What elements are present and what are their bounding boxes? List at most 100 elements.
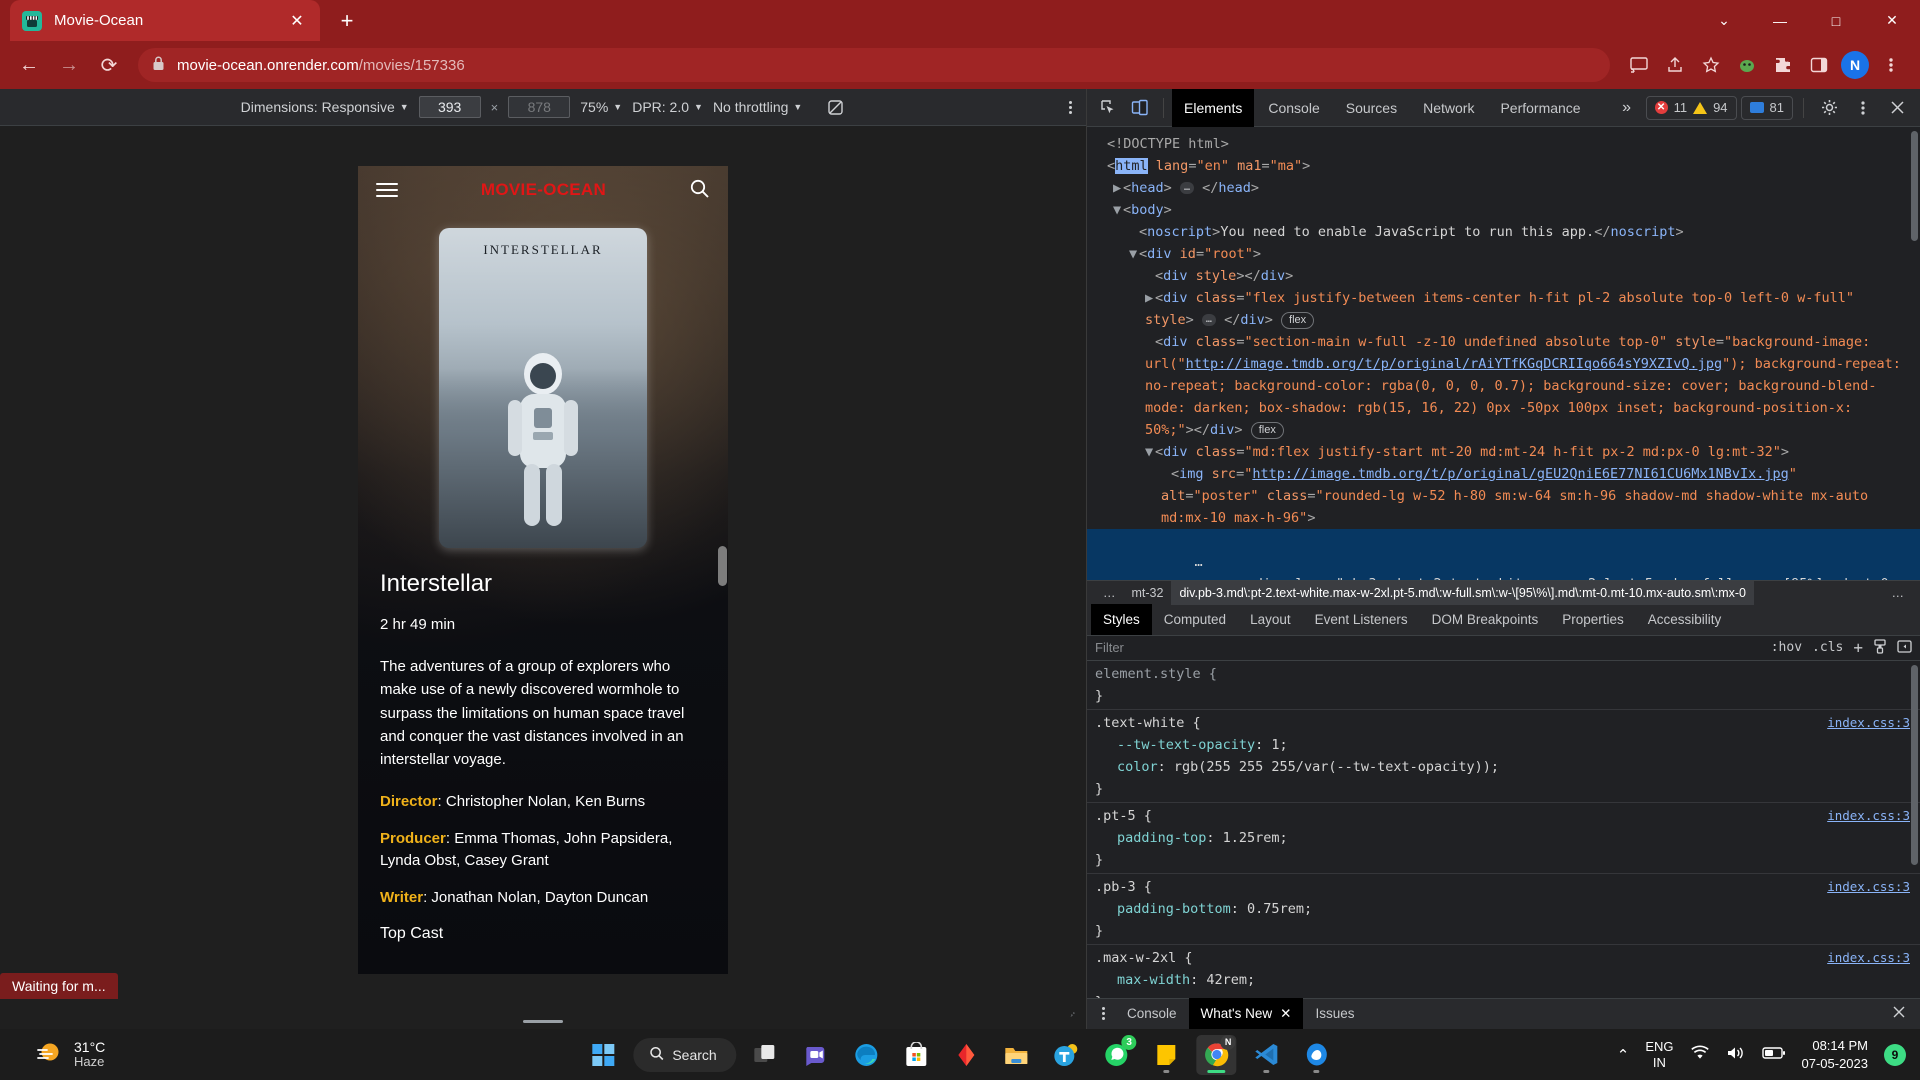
dom-node-line[interactable]: ▼ <div id="root">: [1087, 243, 1920, 265]
style-selector[interactable]: .pt-5 {: [1095, 805, 1920, 827]
vlc-alt-icon[interactable]: [947, 1035, 987, 1075]
devtools-tab-performance[interactable]: Performance: [1488, 89, 1592, 127]
sidebar-tab-computed[interactable]: Computed: [1152, 604, 1238, 635]
bookmark-star-icon[interactable]: [1694, 48, 1728, 82]
cls-toggle[interactable]: .cls: [1812, 640, 1843, 655]
close-icon[interactable]: [1882, 93, 1912, 123]
close-window-button[interactable]: ✕: [1864, 0, 1920, 41]
page-scrollbar[interactable]: [716, 166, 728, 974]
breadcrumb-item-1[interactable]: div.pb-3.md\:pt-2.text-white.max-w-2xl.p…: [1171, 580, 1755, 605]
dom-node-line[interactable]: ▼ <body>: [1087, 199, 1920, 221]
style-declaration[interactable]: padding-top: 1.25rem;: [1095, 827, 1920, 849]
dom-node-line[interactable]: ▶ <head> … </head>: [1087, 177, 1920, 199]
kebab-menu-icon[interactable]: [1069, 100, 1072, 114]
style-source-link[interactable]: index.css:3: [1827, 805, 1910, 827]
movie-poster[interactable]: INTERSTELLAR: [439, 228, 647, 548]
side-panel-icon[interactable]: [1802, 48, 1836, 82]
windows-start-icon[interactable]: [583, 1035, 623, 1075]
inspect-element-icon[interactable]: [1093, 93, 1123, 123]
reload-icon[interactable]: ⟳: [92, 48, 126, 82]
wifi-icon[interactable]: [1690, 1045, 1710, 1064]
forward-icon[interactable]: →: [52, 48, 86, 82]
style-selector[interactable]: .text-white {: [1095, 712, 1920, 734]
dom-node-line[interactable]: <!DOCTYPE html>: [1087, 133, 1920, 155]
clock[interactable]: 08:14 PM 07-05-2023: [1802, 1037, 1869, 1072]
style-rule[interactable]: index.css:3 .text-white {--tw-text-opacit…: [1087, 710, 1920, 803]
dom-node-line[interactable]: <img src="http://image.tmdb.org/t/p/orig…: [1087, 463, 1920, 529]
browser-tab[interactable]: Movie-Ocean ✕: [10, 0, 320, 41]
notification-badge[interactable]: 9: [1884, 1043, 1906, 1066]
devtools-tab-console[interactable]: Console: [1256, 89, 1331, 127]
width-input[interactable]: 393: [418, 96, 481, 118]
task-view-icon[interactable]: [747, 1035, 787, 1075]
drawer-tab-console[interactable]: Console: [1115, 998, 1189, 1029]
search-icon[interactable]: [689, 178, 710, 202]
zoom-select[interactable]: 75% ▼: [580, 99, 622, 115]
breadcrumb-trailing[interactable]: …: [1884, 581, 1913, 605]
node-overflow-dots[interactable]: …: [1195, 554, 1203, 570]
microsoft-store-icon[interactable]: [897, 1035, 937, 1075]
style-selector[interactable]: element.style {: [1095, 663, 1920, 685]
kebab-menu-icon[interactable]: [1091, 1007, 1115, 1021]
style-declaration[interactable]: --tw-text-opacity: 1;: [1095, 734, 1920, 756]
kebab-menu-icon[interactable]: [1874, 48, 1908, 82]
style-source-link[interactable]: index.css:3: [1827, 947, 1910, 969]
toggle-sidebar-icon[interactable]: [1897, 639, 1912, 657]
dom-node-line[interactable]: <noscript>You need to enable JavaScript …: [1087, 221, 1920, 243]
address-bar[interactable]: movie-ocean.onrender.com/movies/157336: [138, 48, 1610, 82]
sidebar-tab-dom-breakpoints[interactable]: DOM Breakpoints: [1420, 604, 1551, 635]
close-icon[interactable]: ✕: [1280, 1006, 1291, 1022]
devtools-tab-elements[interactable]: Elements: [1172, 88, 1255, 127]
hov-toggle[interactable]: :hov: [1771, 640, 1802, 655]
maximize-button[interactable]: □: [1808, 0, 1864, 41]
dpr-select[interactable]: DPR: 2.0 ▼: [632, 99, 703, 115]
site-brand[interactable]: MOVIE-OCEAN: [481, 180, 606, 200]
new-style-rule-icon[interactable]: [1873, 639, 1887, 657]
breadcrumb-overflow[interactable]: …: [1095, 581, 1124, 605]
viewport-corner-resize-icon[interactable]: ⨾: [1068, 1005, 1081, 1019]
volume-icon[interactable]: [1726, 1045, 1746, 1064]
dom-node-line[interactable]: ▶ <div class="flex justify-between items-…: [1087, 287, 1920, 331]
style-rule[interactable]: index.css:3 .max-w-2xl {max-width: 42rem;…: [1087, 945, 1920, 998]
file-explorer-icon[interactable]: [997, 1035, 1037, 1075]
sidebar-tab-layout[interactable]: Layout: [1238, 604, 1303, 635]
close-drawer-icon[interactable]: [1892, 1005, 1916, 1022]
style-declaration[interactable]: padding-bottom: 0.75rem;: [1095, 898, 1920, 920]
scrollbar-thumb[interactable]: [718, 546, 727, 586]
issues-counts[interactable]: ✕ 11 94: [1645, 95, 1737, 120]
back-icon[interactable]: ←: [12, 48, 46, 82]
drawer-tab-issues[interactable]: Issues: [1303, 998, 1366, 1029]
devtools-tab-sources[interactable]: Sources: [1334, 89, 1409, 127]
dom-tree[interactable]: <!DOCTYPE html> <html lang="en" ma1="ma">…: [1087, 127, 1920, 580]
device-toolbar-icon[interactable]: [1125, 93, 1155, 123]
height-input[interactable]: 878: [508, 96, 571, 118]
puzzle-icon[interactable]: [1766, 48, 1800, 82]
throttling-select[interactable]: No throttling ▼: [713, 99, 802, 115]
teams-icon[interactable]: [1047, 1035, 1087, 1075]
new-style-rule-button[interactable]: +: [1853, 638, 1863, 657]
zoom-icon[interactable]: [797, 1035, 837, 1075]
whatsapp-icon[interactable]: 3: [1097, 1034, 1137, 1075]
hamburger-menu-icon[interactable]: [376, 183, 398, 197]
kebab-menu-icon[interactable]: [1848, 93, 1878, 123]
taskbar-search[interactable]: Search: [633, 1037, 737, 1072]
style-declaration[interactable]: max-width: 42rem;: [1095, 969, 1920, 991]
sidebar-tab-event-listeners[interactable]: Event Listeners: [1303, 604, 1420, 635]
dom-node-line[interactable]: <html lang="en" ma1="ma">: [1087, 155, 1920, 177]
style-rule[interactable]: element.style {}: [1087, 661, 1920, 710]
share-icon[interactable]: [1658, 48, 1692, 82]
styles-filter-input[interactable]: Filter: [1095, 640, 1761, 655]
rotate-device-icon[interactable]: [826, 98, 845, 117]
breadcrumb-item-0[interactable]: mt-32: [1124, 581, 1172, 605]
app-icon[interactable]: [1297, 1035, 1337, 1075]
dom-node-line[interactable]: <div class="section-main w-full -z-10 un…: [1087, 331, 1920, 441]
styles-scrollbar[interactable]: [1911, 664, 1918, 994]
cast-icon[interactable]: [1622, 48, 1656, 82]
sticky-notes-icon[interactable]: [1147, 1035, 1187, 1075]
gear-icon[interactable]: [1814, 93, 1844, 123]
style-source-link[interactable]: index.css:3: [1827, 876, 1910, 898]
messages-count-box[interactable]: 81: [1740, 95, 1793, 120]
dom-tree-scrollbar[interactable]: [1911, 131, 1918, 576]
more-tabs-icon[interactable]: »: [1612, 93, 1642, 123]
viewport-resize-handle[interactable]: [523, 1020, 563, 1023]
